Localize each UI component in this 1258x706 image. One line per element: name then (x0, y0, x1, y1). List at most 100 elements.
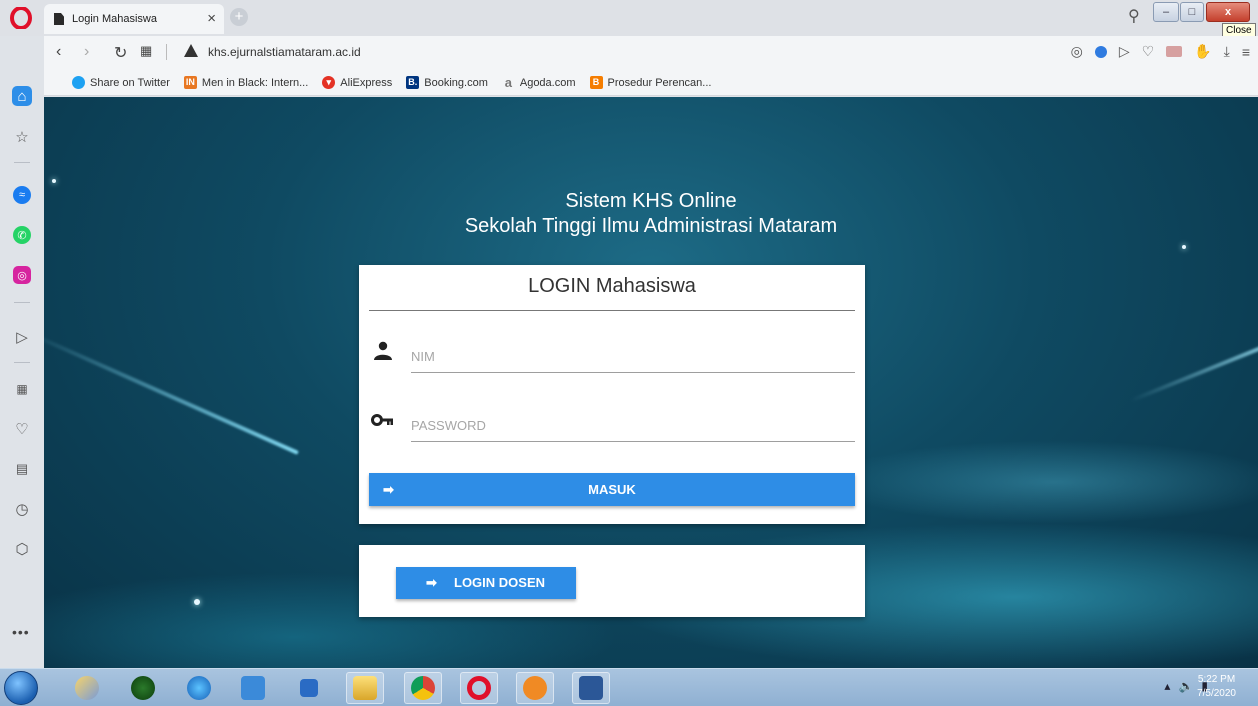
browser-tab-strip: Login Mahasiswa × + ⚲ – □ x Close (0, 0, 1258, 38)
extensions-icon[interactable]: ⬡ (11, 538, 33, 560)
youtube-extension-icon[interactable] (1166, 46, 1183, 57)
person-icon (374, 341, 392, 360)
vpn-icon[interactable] (1094, 45, 1107, 58)
new-tab-button[interactable]: + (230, 8, 248, 26)
tray-expand-icon[interactable]: ▴ (1164, 679, 1170, 693)
media-player-icon[interactable] (290, 672, 328, 704)
close-window-button[interactable]: x (1206, 2, 1250, 22)
speed-dial-icon[interactable]: ▦ (140, 43, 152, 59)
login-dosen-button[interactable]: ➡ LOGIN DOSEN (396, 567, 576, 599)
word-icon[interactable] (572, 672, 610, 704)
maximize-button[interactable]: □ (1180, 2, 1204, 22)
bookmark-item[interactable]: Share on Twitter (72, 76, 170, 89)
chrome-icon[interactable] (404, 672, 442, 704)
address-bar-tools: ◎ ▷ ♡ ✋ ⤓ ≡ (1071, 43, 1250, 60)
background-sparkle (1182, 245, 1186, 249)
background-streak (44, 329, 299, 455)
history-icon[interactable]: ◷ (11, 498, 33, 520)
internet-explorer-icon[interactable] (180, 672, 218, 704)
bookmark-item[interactable]: B. Booking.com (406, 76, 488, 89)
booking-icon: B. (406, 76, 420, 89)
camera-icon[interactable]: ◎ (1071, 43, 1083, 60)
web-page: Sistem KHS Online Sekolah Tinggi Ilmu Ad… (44, 97, 1258, 668)
forward-icon[interactable]: › (84, 43, 89, 61)
nim-input[interactable] (411, 341, 855, 373)
clock-date: 7/5/2020 (1197, 688, 1236, 699)
send-icon[interactable]: ▷ (1119, 43, 1130, 60)
heart-icon[interactable]: ♡ (1142, 43, 1155, 60)
arrow-right-icon: ➡ (383, 482, 394, 497)
system-clock[interactable]: 5:22 PM 7/5/2020 (1197, 673, 1236, 701)
news-icon[interactable]: ▤ (11, 458, 33, 480)
document-icon (54, 13, 64, 25)
arrow-right-icon: ➡ (426, 575, 437, 590)
background-streak (1129, 331, 1258, 403)
uc-browser-icon[interactable] (516, 672, 554, 704)
whatsapp-icon[interactable]: ✆ (13, 226, 31, 244)
back-icon[interactable]: ‹ (56, 43, 61, 61)
background-sparkle (194, 599, 200, 605)
media-center-icon[interactable] (124, 672, 162, 704)
masuk-button[interactable]: ➡ MASUK (369, 473, 855, 506)
download-icon[interactable]: ⤓ (1224, 43, 1230, 60)
easy-setup-icon[interactable]: ≡ (1242, 44, 1250, 60)
agoda-icon: a (504, 75, 512, 90)
dosen-card: ➡ LOGIN DOSEN (359, 545, 865, 617)
sidebar-divider (14, 302, 30, 303)
bookmark-item[interactable]: ▾ AliExpress (322, 76, 392, 89)
aliexpress-icon: ▾ (322, 76, 336, 89)
messenger-icon[interactable]: ≈ (13, 186, 31, 204)
key-icon (371, 414, 393, 426)
sidebar-divider (14, 162, 30, 163)
login-heading: LOGIN Mahasiswa (369, 275, 855, 311)
tab-close-button[interactable]: × (207, 10, 216, 27)
heart-icon[interactable]: ♡ (11, 418, 33, 440)
star-icon[interactable]: ☆ (11, 126, 33, 148)
address-bar-row: ‹ › ↻ ▦ khs.ejurnalstiamataram.ac.id ◎ ▷… (44, 36, 1258, 70)
instagram-icon[interactable]: ◎ (13, 266, 31, 284)
opera-sidebar: ⌂ ☆ ≈ ✆ ◎ ▷ ▦ ♡ ▤ ◷ ⬡ ••• (0, 36, 44, 668)
masuk-label: MASUK (588, 482, 636, 497)
snipping-tool-icon[interactable] (234, 672, 272, 704)
bookmark-label: Prosedur Perencan... (607, 76, 712, 89)
address-separator (166, 44, 167, 60)
minimize-button[interactable]: – (1153, 2, 1179, 22)
extension-icon[interactable]: ✋ (1194, 43, 1211, 60)
bookmark-label: Booking.com (424, 76, 488, 89)
browser-tab[interactable]: Login Mahasiswa × (44, 4, 224, 34)
windows-taskbar: ▴ 🔈 ▮ 5:22 PM 7/5/2020 (0, 668, 1258, 706)
url-field[interactable]: khs.ejurnalstiamataram.ac.id (208, 45, 361, 59)
nim-row (369, 337, 855, 377)
reload-icon[interactable]: ↻ (114, 43, 127, 63)
file-explorer-icon[interactable] (346, 672, 384, 704)
more-icon[interactable]: ••• (12, 624, 30, 640)
security-warning-icon[interactable] (184, 44, 198, 57)
imdb-icon: IN (183, 76, 197, 89)
opera-logo-icon[interactable] (10, 7, 32, 29)
bookmark-label: AliExpress (340, 76, 393, 89)
home-icon[interactable]: ⌂ (12, 86, 32, 106)
volume-icon[interactable]: 🔈 (1178, 679, 1193, 693)
search-tabs-icon[interactable]: ⚲ (1128, 6, 1140, 26)
speed-dial-icon[interactable]: ▦ (11, 378, 33, 400)
twitter-icon (72, 76, 85, 89)
login-card: LOGIN Mahasiswa ➡ MASUK (359, 265, 865, 524)
opera-taskbar-icon[interactable] (460, 672, 498, 704)
login-dosen-label: LOGIN DOSEN (454, 575, 546, 590)
clock-time: 5:22 PM (1197, 674, 1236, 685)
password-row (369, 406, 855, 446)
bookmark-item[interactable]: IN Men in Black: Intern... (183, 76, 308, 89)
password-input[interactable] (411, 410, 855, 442)
blogger-icon: B (589, 76, 603, 89)
page-title: Sistem KHS Online (565, 190, 737, 212)
bookmarks-bar: Share on Twitter IN Men in Black: Intern… (44, 70, 1258, 96)
tab-title: Login Mahasiswa (72, 13, 157, 25)
bookmark-item[interactable]: B Prosedur Perencan... (589, 76, 712, 89)
bookmark-label: Share on Twitter (90, 76, 170, 89)
page-subtitle: Sekolah Tinggi Ilmu Administrasi Mataram (464, 215, 838, 237)
sidebar-divider (14, 362, 30, 363)
bookmark-item[interactable]: a Agoda.com (502, 76, 576, 89)
send-icon[interactable]: ▷ (11, 326, 33, 348)
start-button[interactable] (4, 671, 38, 705)
paint-app-icon[interactable] (68, 672, 106, 704)
